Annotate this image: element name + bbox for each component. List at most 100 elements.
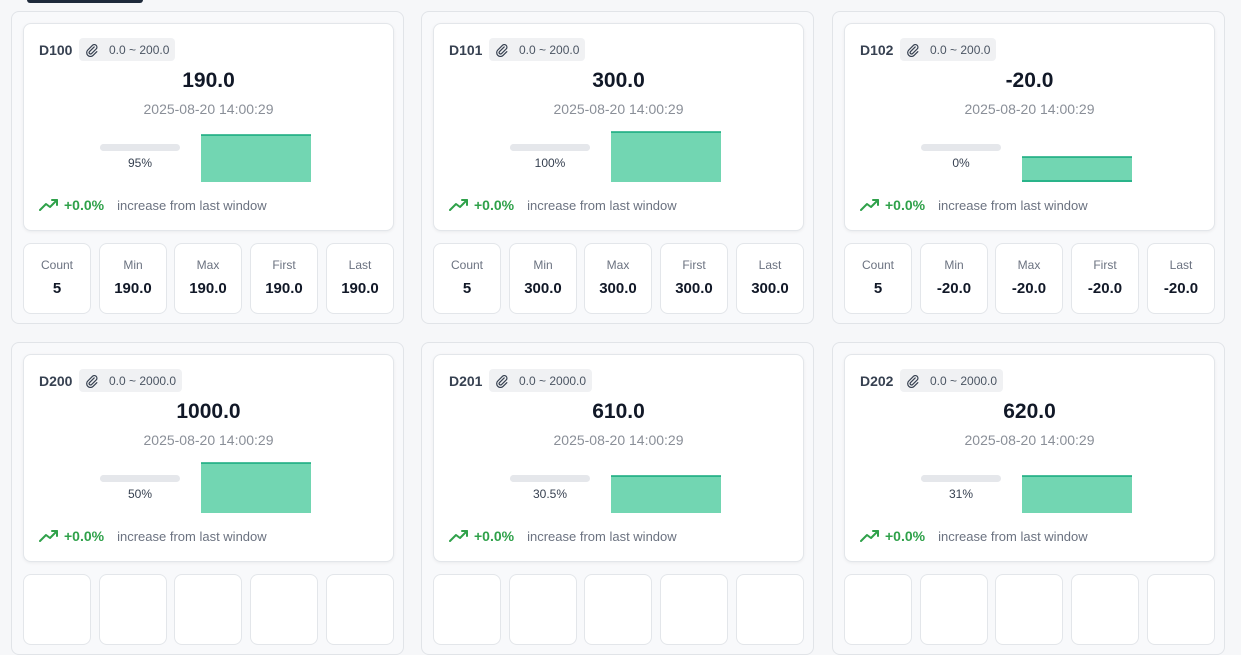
delta-note: increase from last window [938, 528, 1088, 544]
stat-label: Last [348, 258, 372, 272]
stat-box: First 300.0 [660, 243, 728, 314]
trending-up-icon [39, 529, 59, 543]
stat-label: Min [944, 258, 964, 272]
stat-box: Last -20.0 [1147, 243, 1215, 314]
stat-box: Max -20.0 [995, 243, 1063, 314]
progress-bar [510, 475, 590, 482]
stat-label: Count [450, 258, 484, 272]
delta-value: +0.0% [885, 528, 926, 544]
range-chip: 0.0 ~ 2000.0 [489, 369, 593, 392]
tag-card[interactable]: D201 0.0 ~ 2000.0 610.0 2025-08-20 14:00:29… [433, 354, 804, 562]
stat-label: Max [1017, 258, 1041, 272]
delta-note: increase from last window [117, 197, 267, 213]
stat-label: Count [40, 258, 74, 272]
stat-box [844, 574, 912, 645]
sparkline-area [201, 135, 311, 182]
stat-value: 300.0 [675, 280, 713, 297]
tag-panel: D100 0.0 ~ 200.0 190.0 2025-08-20 14:00:29 9… [11, 11, 404, 324]
tag-panel: D200 0.0 ~ 2000.0 1000.0 2025-08-20 14:00:2… [11, 342, 404, 655]
trend-row: +0.0% increase from last window [39, 528, 267, 544]
paperclip-icon [495, 374, 509, 388]
stat-box [99, 574, 167, 645]
stat-label: Min [123, 258, 143, 272]
tag-card[interactable]: D100 0.0 ~ 200.0 190.0 2025-08-20 14:00:29 9… [23, 23, 394, 231]
progress-bar [100, 144, 180, 151]
delta-note: increase from last window [117, 528, 267, 544]
sparkline-chart [1022, 475, 1132, 513]
stat-box [250, 574, 318, 645]
tag-name: D200 [39, 373, 73, 389]
tag-card[interactable]: D200 0.0 ~ 2000.0 1000.0 2025-08-20 14:00:2… [23, 354, 394, 562]
delta-note: increase from last window [938, 197, 1088, 213]
tag-name: D201 [449, 373, 483, 389]
stat-value: -20.0 [1087, 280, 1123, 297]
range-text: 0.0 ~ 200.0 [930, 42, 991, 57]
current-value: 620.0 [1003, 400, 1056, 423]
stat-box: Last 190.0 [326, 243, 394, 314]
stat-box [509, 574, 577, 645]
sparkline-area [1022, 476, 1132, 513]
progress-label: 0% [952, 156, 970, 170]
stat-box [660, 574, 728, 645]
stat-box: Count 5 [23, 243, 91, 314]
trending-up-icon [449, 198, 469, 212]
current-value: 610.0 [592, 400, 645, 423]
tag-name: D102 [860, 42, 894, 58]
range-chip: 0.0 ~ 200.0 [489, 38, 586, 61]
progress-fill [100, 475, 140, 482]
sparkline-chart [611, 131, 721, 182]
stat-box [174, 574, 242, 645]
timestamp: 2025-08-20 14:00:29 [143, 101, 274, 117]
stat-value: 300.0 [751, 280, 789, 297]
delta-value: +0.0% [885, 197, 926, 213]
stat-value: 300.0 [524, 280, 562, 297]
stat-label: Last [1169, 258, 1193, 272]
stat-label: First [1093, 258, 1117, 272]
stat-value: 190.0 [114, 280, 152, 297]
trend-row: +0.0% increase from last window [449, 197, 677, 213]
progress-label: 100% [534, 156, 566, 170]
sparkline-chart [201, 462, 311, 513]
progress-label: 30.5% [532, 487, 568, 501]
top-toolbar-button[interactable] [27, 0, 143, 3]
sparkline-area [611, 132, 721, 182]
progress-bar [921, 475, 1001, 482]
range-text: 0.0 ~ 200.0 [519, 42, 580, 57]
stat-value: 5 [873, 280, 883, 297]
trend-row: +0.0% increase from last window [860, 528, 1088, 544]
trending-up-icon [39, 198, 59, 212]
tag-card[interactable]: D102 0.0 ~ 200.0 -20.0 2025-08-20 14:00:29 0… [844, 23, 1215, 231]
progress-label: 31% [948, 487, 974, 501]
stat-box: Count 5 [844, 243, 912, 314]
stat-label: First [682, 258, 706, 272]
current-value: 190.0 [182, 69, 235, 92]
range-chip: 0.0 ~ 2000.0 [900, 369, 1004, 392]
stat-value: -20.0 [936, 280, 972, 297]
tag-name: D202 [860, 373, 894, 389]
stat-box: Last 300.0 [736, 243, 804, 314]
paperclip-icon [495, 43, 509, 57]
progress-fill [921, 475, 946, 482]
range-chip: 0.0 ~ 2000.0 [79, 369, 183, 392]
current-value: -20.0 [1005, 69, 1054, 92]
stat-label: Max [196, 258, 220, 272]
range-text: 0.0 ~ 2000.0 [109, 373, 177, 388]
stat-value: -20.0 [1163, 280, 1199, 297]
sparkline-area [1022, 157, 1132, 182]
delta-value: +0.0% [474, 197, 515, 213]
timestamp: 2025-08-20 14:00:29 [553, 432, 684, 448]
trending-up-icon [449, 529, 469, 543]
stat-value: -20.0 [1011, 280, 1047, 297]
paperclip-icon [906, 43, 920, 57]
tag-card[interactable]: D101 0.0 ~ 200.0 300.0 2025-08-20 14:00:29 1… [433, 23, 804, 231]
tag-card[interactable]: D202 0.0 ~ 2000.0 620.0 2025-08-20 14:00:29… [844, 354, 1215, 562]
stat-value: 5 [52, 280, 62, 297]
trending-up-icon [860, 198, 880, 212]
stat-box [920, 574, 988, 645]
progress-bar [100, 475, 180, 482]
delta-value: +0.0% [64, 528, 105, 544]
stat-box [1071, 574, 1139, 645]
stat-box: Min 300.0 [509, 243, 577, 314]
stat-box [995, 574, 1063, 645]
progress-bar [510, 144, 590, 151]
